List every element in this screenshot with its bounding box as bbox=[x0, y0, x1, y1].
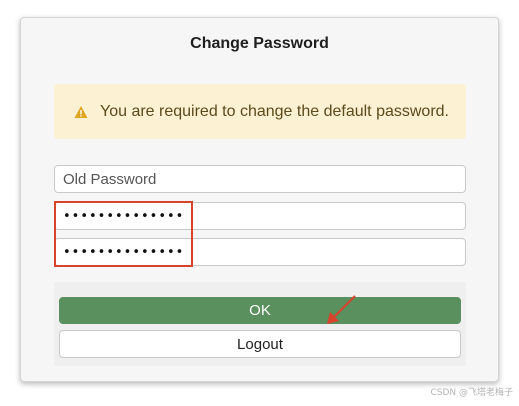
new-password-input[interactable] bbox=[54, 202, 466, 230]
warning-icon bbox=[74, 105, 88, 118]
confirm-password-input[interactable] bbox=[54, 238, 466, 266]
dialog-title: Change Password bbox=[190, 35, 329, 52]
old-password-input[interactable] bbox=[54, 165, 466, 193]
watermark-text: CSDN @飞塔老梅子 bbox=[430, 388, 513, 398]
alert-message: You are required to change the default p… bbox=[100, 102, 449, 120]
logout-button[interactable]: Logout bbox=[59, 330, 461, 358]
ok-button[interactable]: OK bbox=[59, 297, 461, 324]
warning-alert: You are required to change the default p… bbox=[54, 84, 466, 139]
change-password-dialog: Change Password You are required to chan… bbox=[20, 17, 499, 382]
